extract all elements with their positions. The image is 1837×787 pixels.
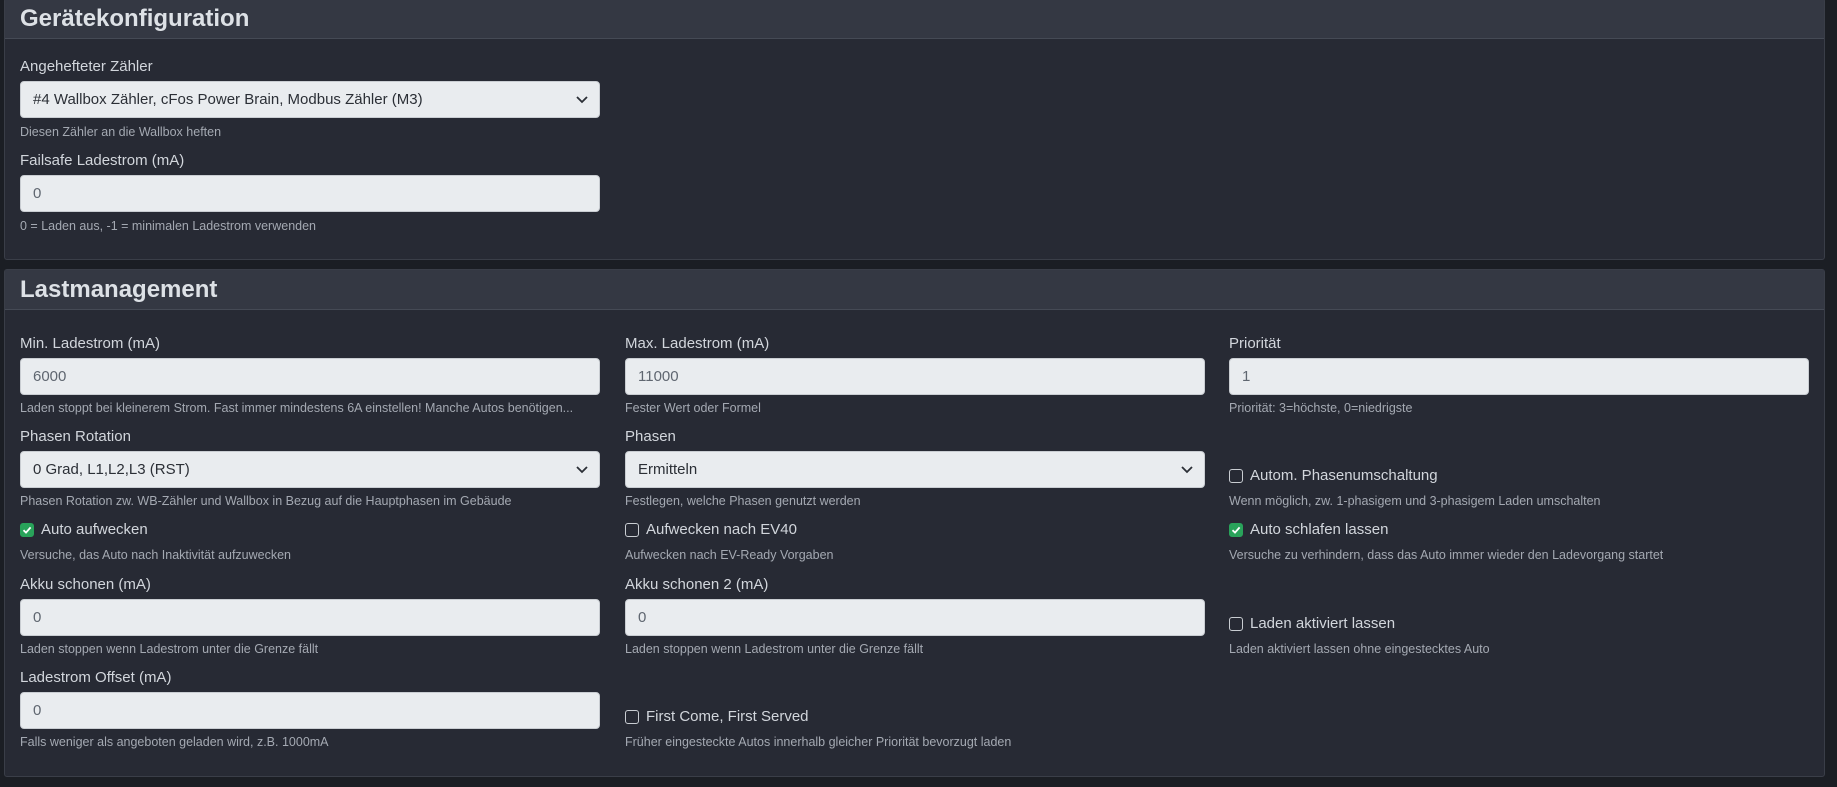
ladestrom-offset-help: Falls weniger als angeboten geladen wird… bbox=[20, 735, 329, 749]
akku-schonen-value: 0 bbox=[33, 609, 42, 626]
geraetekonfiguration-panel: Gerätekonfiguration Angehefteter Zähler … bbox=[4, 0, 1825, 260]
auto-schlafen-help: Versuche zu verhindern, dass das Auto im… bbox=[1229, 548, 1664, 562]
auto-aufwecken-checkbox-row[interactable]: Auto aufwecken bbox=[20, 521, 148, 538]
prioritaet-value: 1 bbox=[1242, 368, 1251, 385]
phasen-label: Phasen bbox=[625, 428, 676, 445]
panel-header: Gerätekonfiguration bbox=[5, 0, 1824, 39]
auto-schlafen-label: Auto schlafen lassen bbox=[1250, 521, 1389, 538]
chevron-down-icon bbox=[1180, 463, 1194, 477]
laden-aktiviert-checkbox-row[interactable]: Laden aktiviert lassen bbox=[1229, 615, 1395, 632]
laden-aktiviert-help: Laden aktiviert lassen ohne eingesteckte… bbox=[1229, 642, 1490, 656]
auto-aufwecken-help: Versuche, das Auto nach Inaktivität aufz… bbox=[20, 548, 292, 562]
akku-schonen-help: Laden stoppen wenn Ladestrom unter die G… bbox=[20, 642, 319, 656]
auto-schlafen-checkbox-row[interactable]: Auto schlafen lassen bbox=[1229, 521, 1388, 538]
laden-aktiviert-checkbox[interactable] bbox=[1229, 616, 1243, 631]
max-ladestrom-value: 11000 bbox=[638, 368, 679, 385]
phasen-rotation-select[interactable]: 0 Grad, L1,L2,L3 (RST) bbox=[20, 451, 600, 488]
akku-schonen-label: Akku schonen (mA) bbox=[20, 576, 151, 593]
ladestrom-offset-input[interactable]: 0 bbox=[20, 692, 600, 729]
aufwecken-ev40-checkbox-row[interactable]: Aufwecken nach EV40 bbox=[625, 521, 797, 538]
check-icon bbox=[22, 526, 32, 534]
min-ladestrom-input[interactable]: 6000 bbox=[20, 358, 600, 395]
autom-phasenumschaltung-checkbox[interactable] bbox=[1229, 468, 1243, 483]
failsafe-label: Failsafe Ladestrom (mA) bbox=[20, 152, 185, 169]
meter-label: Angehefteter Zähler bbox=[20, 58, 153, 75]
prioritaet-input[interactable]: 1 bbox=[1229, 358, 1809, 395]
phasen-rotation-label: Phasen Rotation bbox=[20, 428, 131, 445]
auto-schlafen-checkbox[interactable] bbox=[1229, 522, 1243, 537]
laden-aktiviert-label: Laden aktiviert lassen bbox=[1250, 615, 1396, 632]
aufwecken-ev40-checkbox[interactable] bbox=[625, 522, 639, 537]
first-come-help: Früher eingesteckte Autos innerhalb glei… bbox=[625, 735, 1012, 749]
max-ladestrom-label: Max. Ladestrom (mA) bbox=[625, 335, 770, 352]
min-ladestrom-value: 6000 bbox=[33, 368, 67, 385]
ladestrom-offset-label: Ladestrom Offset (mA) bbox=[20, 669, 172, 686]
meter-select-value: #4 Wallbox Zähler, cFos Power Brain, Mod… bbox=[33, 91, 423, 108]
failsafe-help: 0 = Laden aus, -1 = minimalen Ladestrom … bbox=[20, 219, 317, 233]
aufwecken-ev40-help: Aufwecken nach EV-Ready Vorgaben bbox=[625, 548, 834, 562]
failsafe-input-value: 0 bbox=[33, 185, 42, 202]
prioritaet-help: Priorität: 3=höchste, 0=niedrigste bbox=[1229, 401, 1413, 415]
first-come-checkbox-row[interactable]: First Come, First Served bbox=[625, 708, 809, 725]
chevron-down-icon bbox=[575, 463, 589, 477]
auto-aufwecken-label: Auto aufwecken bbox=[41, 521, 148, 538]
meter-help: Diesen Zähler an die Wallbox heften bbox=[20, 125, 222, 139]
akku-schonen-2-help: Laden stoppen wenn Ladestrom unter die G… bbox=[625, 642, 924, 656]
autom-phasenumschaltung-help: Wenn möglich, zw. 1-phasigem und 3-phasi… bbox=[1229, 494, 1601, 508]
phasen-rotation-value: 0 Grad, L1,L2,L3 (RST) bbox=[33, 461, 190, 478]
panel-title: Gerätekonfiguration bbox=[20, 4, 250, 32]
phasen-select[interactable]: Ermitteln bbox=[625, 451, 1205, 488]
akku-schonen-2-input[interactable]: 0 bbox=[625, 599, 1205, 636]
autom-phasenumschaltung-checkbox-row[interactable]: Autom. Phasenumschaltung bbox=[1229, 467, 1438, 484]
auto-aufwecken-checkbox[interactable] bbox=[20, 522, 34, 537]
aufwecken-ev40-label: Aufwecken nach EV40 bbox=[646, 521, 797, 538]
panel-header: Lastmanagement bbox=[5, 270, 1824, 310]
phasen-value: Ermitteln bbox=[638, 461, 698, 478]
check-icon bbox=[1231, 526, 1241, 534]
first-come-checkbox[interactable] bbox=[625, 709, 639, 724]
panel-title: Lastmanagement bbox=[20, 275, 218, 303]
akku-schonen-2-label: Akku schonen 2 (mA) bbox=[625, 576, 769, 593]
failsafe-input[interactable]: 0 bbox=[20, 175, 600, 212]
lastmanagement-panel: Lastmanagement Min. Ladestrom (mA) 6000 … bbox=[4, 269, 1825, 777]
akku-schonen-2-value: 0 bbox=[638, 609, 647, 626]
akku-schonen-input[interactable]: 0 bbox=[20, 599, 600, 636]
max-ladestrom-input[interactable]: 11000 bbox=[625, 358, 1205, 395]
chevron-down-icon bbox=[575, 93, 589, 107]
min-ladestrom-help: Laden stoppt bei kleinerem Strom. Fast i… bbox=[20, 401, 574, 415]
max-ladestrom-help: Fester Wert oder Formel bbox=[625, 401, 761, 415]
ladestrom-offset-value: 0 bbox=[33, 702, 42, 719]
min-ladestrom-label: Min. Ladestrom (mA) bbox=[20, 335, 161, 352]
meter-select[interactable]: #4 Wallbox Zähler, cFos Power Brain, Mod… bbox=[20, 81, 600, 118]
phasen-rotation-help: Phasen Rotation zw. WB-Zähler und Wallbo… bbox=[20, 494, 512, 508]
phasen-help: Festlegen, welche Phasen genutzt werden bbox=[625, 494, 861, 508]
prioritaet-label: Priorität bbox=[1229, 335, 1281, 352]
first-come-label: First Come, First Served bbox=[646, 708, 809, 725]
autom-phasenumschaltung-label: Autom. Phasenumschaltung bbox=[1250, 467, 1438, 484]
